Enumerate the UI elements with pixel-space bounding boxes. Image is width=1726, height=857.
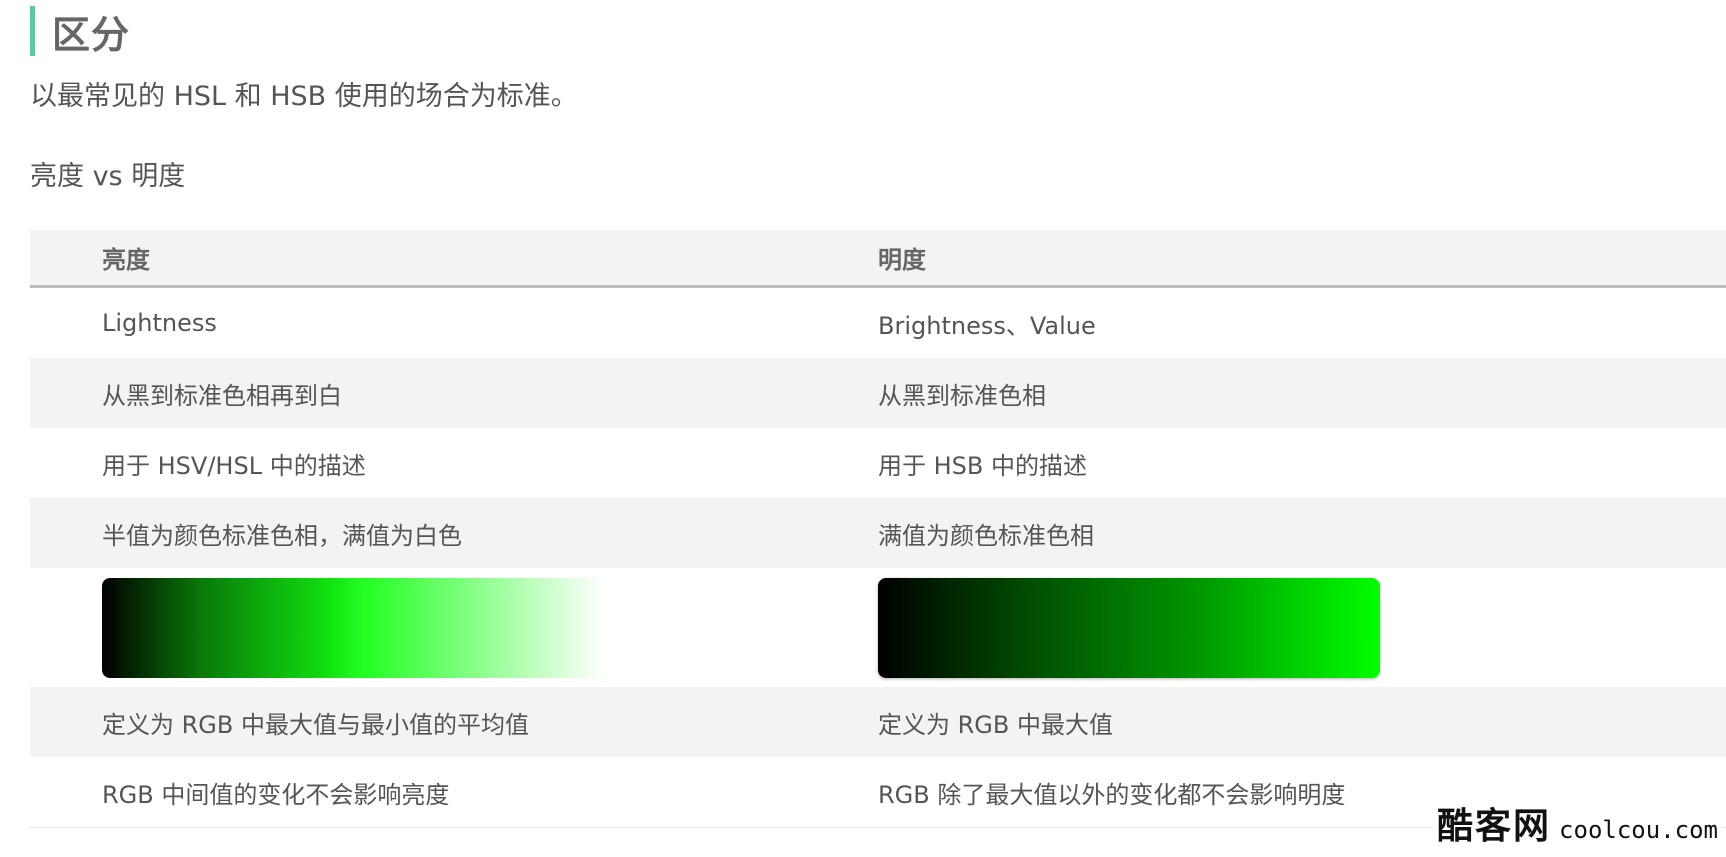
table-row: Lightness Brightness、Value [30,288,1726,358]
comparison-subheading: 亮度 vs 明度 [30,161,186,192]
table-cell: 从黑到标准色相 [878,381,1046,410]
table-cell: Brightness、Value [878,311,1096,340]
header-cell-brightness: 明度 [878,246,926,274]
table-row: 定义为 RGB 中最大值与最小值的平均值 定义为 RGB 中最大值 [30,687,1726,757]
section-heading: 区分 [30,6,130,57]
comparison-table: 亮度 明度 Lightness Brightness、Value 从黑到标准色相… [30,230,1726,828]
swatch-cell-lightness [30,577,876,678]
watermark-logo-text: 酷客网 [1437,805,1552,847]
table-cell: RGB 中间值的变化不会影响亮度 [102,780,450,809]
watermark-domain: coolcou.com [1559,816,1718,844]
swatch-cell-brightness [876,577,1726,678]
table-cell: 用于 HSV/HSL 中的描述 [102,451,366,480]
swatch-row [30,568,1726,687]
table-cell: 定义为 RGB 中最大值 [878,710,1113,739]
brightness-gradient-swatch [878,577,1380,678]
table-header-row: 亮度 明度 [30,230,1726,288]
intro-paragraph: 以最常见的 HSL 和 HSB 使用的场合为标准。 [30,81,578,112]
table-cell: 半值为颜色标准色相，满值为白色 [102,521,462,550]
table-row: 用于 HSV/HSL 中的描述 用于 HSB 中的描述 [30,428,1726,498]
page: 区分 以最常见的 HSL 和 HSB 使用的场合为标准。 亮度 vs 明度 亮度… [0,0,1726,857]
table-cell: 从黑到标准色相再到白 [102,381,342,410]
watermark: 酷客网 coolcou.com [1433,795,1722,851]
header-cell-lightness: 亮度 [102,246,150,274]
table-cell: 用于 HSB 中的描述 [878,451,1088,480]
table-cell: 定义为 RGB 中最大值与最小值的平均值 [102,710,529,739]
table-cell: Lightness [102,309,217,337]
lightness-gradient-swatch [102,577,604,678]
table-row: 从黑到标准色相再到白 从黑到标准色相 [30,358,1726,428]
table-cell: 满值为颜色标准色相 [878,521,1094,550]
table-row: 半值为颜色标准色相，满值为白色 满值为颜色标准色相 [30,498,1726,568]
